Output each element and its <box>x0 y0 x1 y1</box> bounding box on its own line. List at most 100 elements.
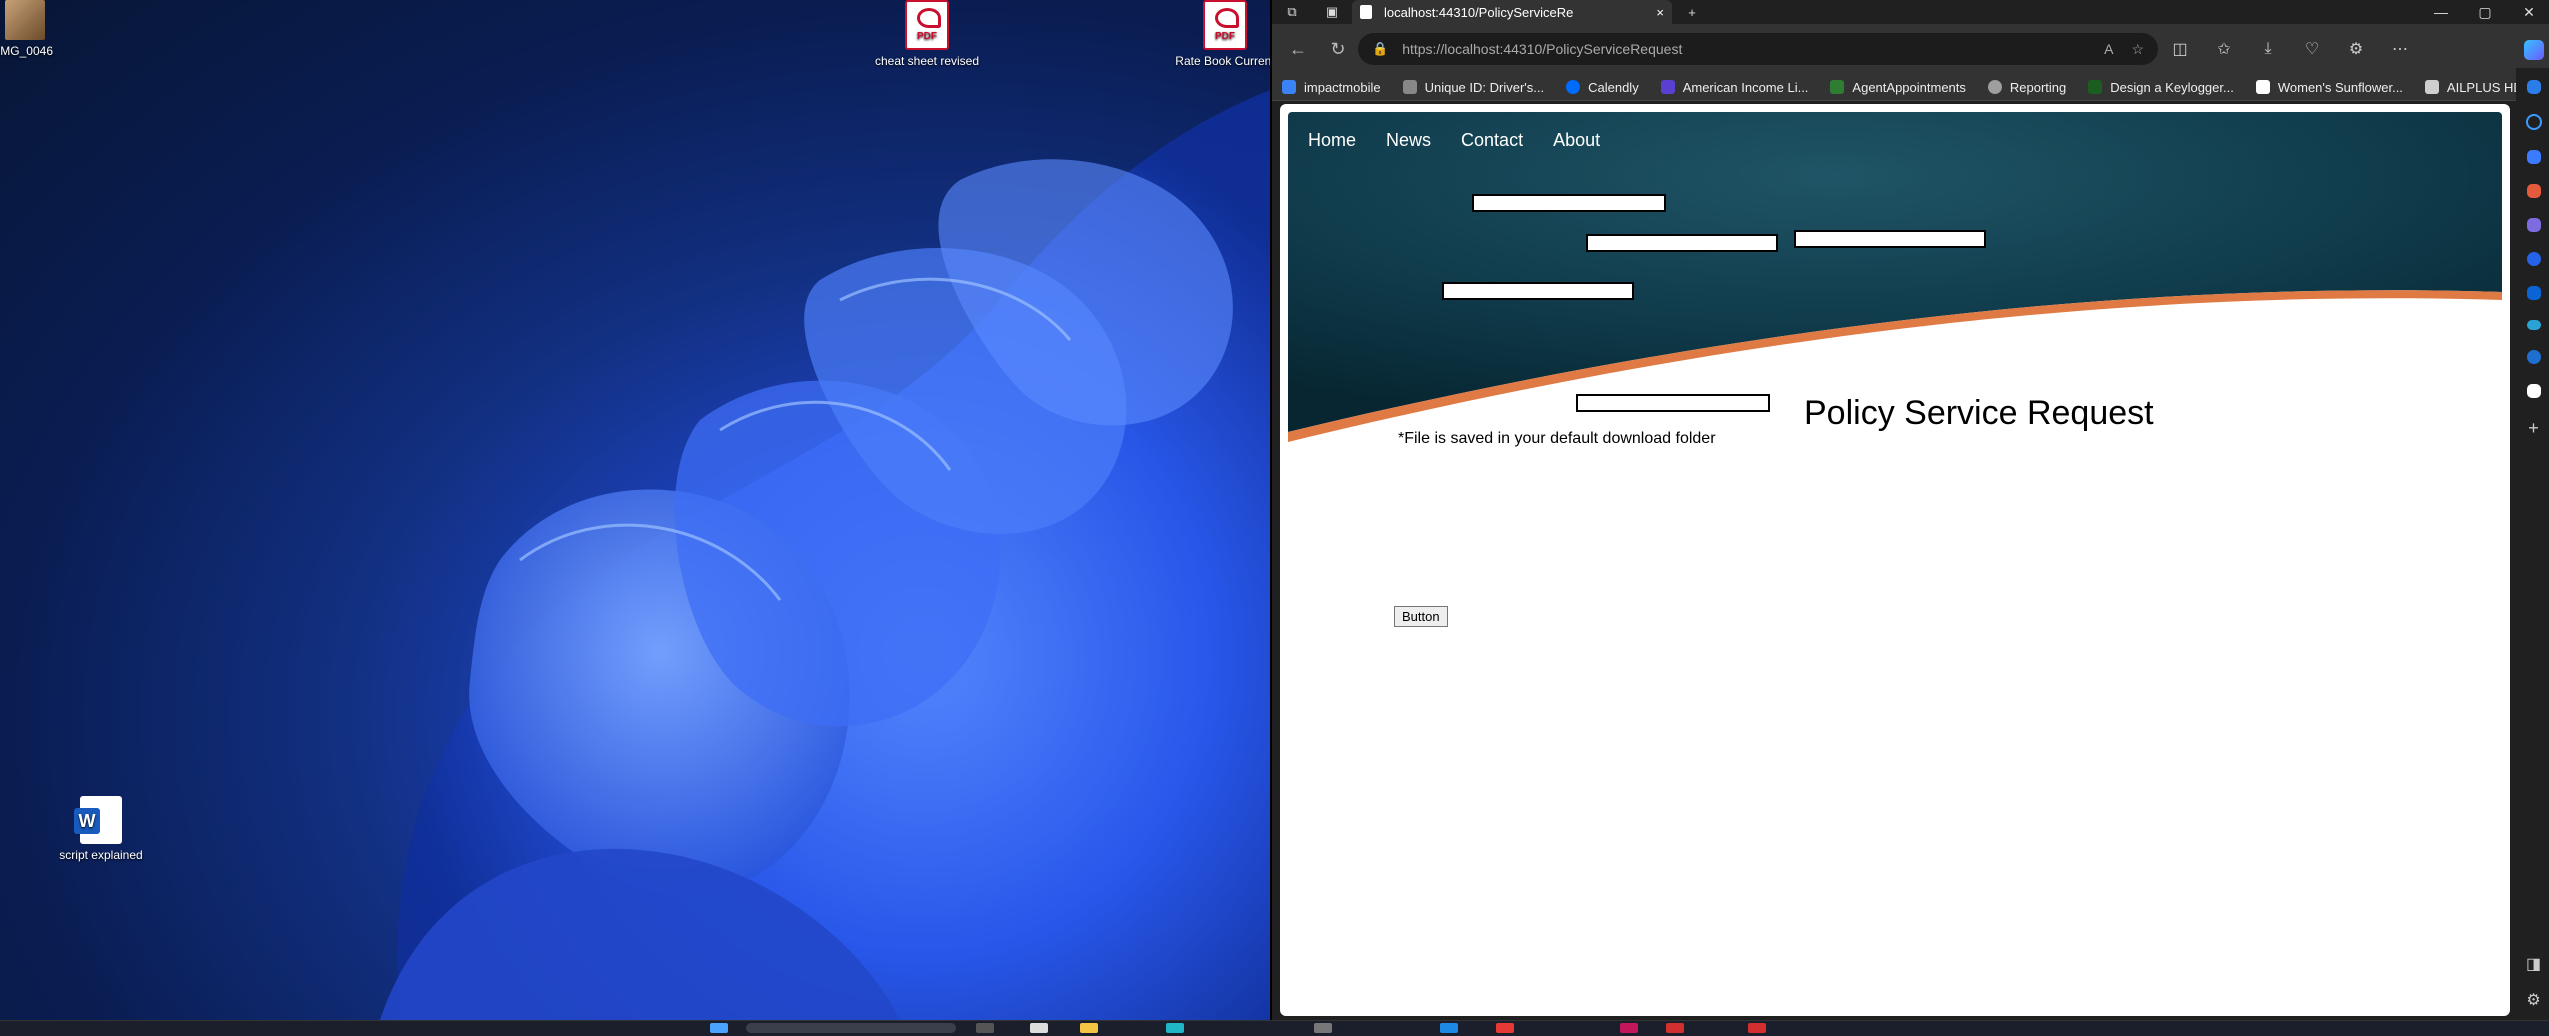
copilot-icon[interactable] <box>2523 40 2544 60</box>
taskbar <box>0 1020 2549 1036</box>
refresh-icon[interactable]: ↻ <box>1318 39 1358 60</box>
photo-thumbnail-icon <box>5 0 45 40</box>
bookmark-icon <box>1282 80 1296 94</box>
sidebar-toggle-icon[interactable]: ◨ <box>2516 954 2549 974</box>
favorites-icon[interactable]: ✩ <box>2202 39 2246 59</box>
desktop-icon-script-explained[interactable]: W script explained <box>46 796 156 863</box>
word-document-icon: W <box>74 796 122 844</box>
input-field[interactable] <box>1794 230 1986 248</box>
read-aloud-icon[interactable]: A <box>2104 41 2113 57</box>
close-window-button[interactable]: ✕ <box>2507 4 2549 21</box>
more-menu-icon[interactable]: ⋯ <box>2378 39 2422 59</box>
taskbar-app-icon[interactable] <box>1666 1023 1684 1033</box>
lock-icon: 🔒 <box>1372 41 1389 56</box>
window-controls: — ▢ ✕ <box>2419 4 2549 21</box>
send-icon[interactable] <box>2526 320 2541 330</box>
taskbar-app-icon[interactable] <box>1748 1023 1766 1033</box>
favorite-item[interactable]: Unique ID: Driver's... <box>1402 80 1544 95</box>
nav-link-about[interactable]: About <box>1553 130 1600 151</box>
input-field[interactable] <box>1472 194 1666 212</box>
start-button-icon[interactable] <box>710 1023 728 1033</box>
bookmark-icon <box>1987 80 2002 94</box>
taskbar-app-icon[interactable] <box>1314 1023 1332 1033</box>
pdf-file-icon <box>905 0 949 50</box>
taskbar-app-icon[interactable] <box>1080 1023 1098 1033</box>
desktop-icon-label: script explained <box>59 848 143 862</box>
desktop-icon-label: IMG_0046 <box>0 44 54 58</box>
taskbar-app-icon[interactable] <box>1620 1023 1638 1033</box>
maximize-button[interactable]: ▢ <box>2463 4 2507 21</box>
desktop-icon-img-0046[interactable]: IMG_0046 <box>0 0 80 59</box>
input-field[interactable] <box>1576 394 1770 412</box>
desktop: IMG_0046 cheat sheet revised Rate Book C… <box>0 0 1270 1020</box>
add-sidebar-app-icon[interactable]: + <box>2516 418 2549 439</box>
address-bar: ← ↻ 🔒 https://localhost:44310/PolicyServ… <box>1272 24 2549 74</box>
bell-icon[interactable] <box>2526 80 2541 94</box>
search-icon[interactable] <box>2525 114 2542 130</box>
favorite-item[interactable]: Calendly <box>1566 80 1639 95</box>
taskbar-app-icon[interactable] <box>1440 1023 1458 1033</box>
nav-link-contact[interactable]: Contact <box>1461 130 1523 151</box>
downloads-icon[interactable]: ⤓ <box>2246 40 2290 58</box>
desktop-icon-label: Rate Book Current <box>1175 54 1270 68</box>
url-text: https://localhost:44310/PolicyServiceReq… <box>1402 41 1683 57</box>
split-screen-icon[interactable]: ◫ <box>2158 39 2202 59</box>
nav-link-home[interactable]: Home <box>1308 130 1356 151</box>
tag-icon[interactable] <box>2526 150 2541 164</box>
site-nav: Home News Contact About <box>1308 130 1600 151</box>
taskbar-app-icon[interactable] <box>976 1023 994 1033</box>
browser-essentials-icon[interactable]: ♡ <box>2290 39 2334 59</box>
edge-sidebar: + ◨ ⚙ <box>2516 40 2549 1018</box>
bookmark-icon <box>2424 80 2439 94</box>
desktop-icon-cheat-sheet[interactable]: cheat sheet revised <box>872 0 982 69</box>
page-title: Policy Service Request <box>1804 394 2154 432</box>
bookmark-icon <box>1566 80 1581 94</box>
submit-button[interactable]: Button <box>1394 606 1448 627</box>
favorite-item[interactable]: Women's Sunflower... <box>2255 80 2403 95</box>
page-favicon-icon <box>1360 5 1372 19</box>
favorite-item[interactable]: impactmobile <box>1282 80 1381 95</box>
favorite-star-icon[interactable]: ☆ <box>2131 41 2144 58</box>
games-icon[interactable] <box>2526 218 2541 232</box>
web-page: Home News Contact About Policy Service R… <box>1280 104 2510 1016</box>
briefcase-icon[interactable] <box>2526 184 2541 198</box>
bookmark-icon <box>2088 80 2103 94</box>
wallpaper-bloom <box>380 90 1270 1020</box>
bookmark-icon <box>1402 80 1417 94</box>
workspaces-icon[interactable]: ⧉ <box>1272 0 1312 24</box>
bookmark-icon <box>2255 80 2270 94</box>
settings-gear-icon[interactable]: ⚙ <box>2516 990 2549 1010</box>
download-note: *File is saved in your default download … <box>1398 430 1716 447</box>
url-field[interactable]: 🔒 https://localhost:44310/PolicyServiceR… <box>1358 33 2158 65</box>
tab-actions-icon[interactable]: ▣ <box>1312 0 1352 24</box>
browser-window: ⧉ ▣ localhost:44310/PolicyServiceRe × + … <box>1270 0 2549 1020</box>
favorite-item[interactable]: AgentAppointments <box>1830 80 1966 95</box>
favorite-item[interactable]: Design a Keylogger... <box>2088 80 2234 95</box>
extensions-icon[interactable]: ⚙ <box>2334 39 2378 59</box>
search-box[interactable] <box>746 1023 956 1033</box>
close-tab-icon[interactable]: × <box>1656 5 1664 20</box>
favorite-item[interactable]: American Income Li... <box>1660 80 1808 95</box>
input-field[interactable] <box>1442 282 1634 300</box>
favorites-bar: impactmobile Unique ID: Driver's... Cale… <box>1272 74 2549 101</box>
bookmark-icon <box>1830 80 1845 94</box>
calendar-icon[interactable] <box>2526 384 2541 398</box>
desktop-icon-rate-book[interactable]: Rate Book Current <box>1170 0 1270 69</box>
nav-link-news[interactable]: News <box>1386 130 1431 151</box>
edge-taskbar-icon[interactable] <box>1166 1023 1184 1033</box>
taskbar-app-icon[interactable] <box>1030 1023 1048 1033</box>
tab-bar: ⧉ ▣ localhost:44310/PolicyServiceRe × + … <box>1272 0 2549 24</box>
app-icon[interactable] <box>2526 350 2541 364</box>
tab-title: localhost:44310/PolicyServiceRe <box>1384 4 1574 20</box>
outlook-icon[interactable] <box>2526 286 2541 300</box>
new-tab-button[interactable]: + <box>1672 0 1712 24</box>
minimize-button[interactable]: — <box>2419 4 2463 21</box>
back-arrow-icon[interactable]: ← <box>1278 39 1318 60</box>
m365-icon[interactable] <box>2526 252 2541 266</box>
input-field[interactable] <box>1586 234 1778 252</box>
taskbar-app-icon[interactable] <box>1496 1023 1514 1033</box>
favorite-item[interactable]: Reporting <box>1987 80 2066 95</box>
desktop-icon-label: cheat sheet revised <box>874 54 980 68</box>
pdf-file-icon <box>1203 0 1247 50</box>
active-tab[interactable]: localhost:44310/PolicyServiceRe × <box>1352 0 1672 24</box>
